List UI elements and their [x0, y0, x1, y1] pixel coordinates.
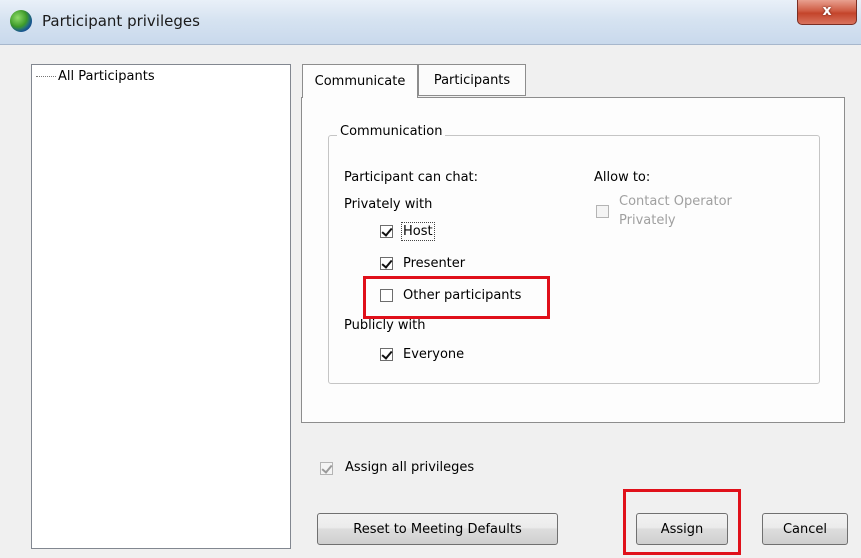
highlight-box-other-participants — [363, 276, 550, 319]
globe-icon — [10, 10, 32, 32]
privately-heading: Privately with — [344, 197, 433, 212]
presenter-label: Presenter — [403, 256, 466, 271]
communication-group-title: Communication — [337, 124, 446, 139]
presenter-checkbox[interactable] — [380, 257, 393, 270]
tab-communicate[interactable]: Communicate — [302, 64, 418, 98]
everyone-label: Everyone — [403, 347, 465, 362]
assign-all-checkbox[interactable] — [320, 462, 333, 475]
participant-tree[interactable]: All Participants — [31, 64, 291, 549]
assign-all-label: Assign all privileges — [345, 460, 475, 475]
chat-heading: Participant can chat: — [344, 170, 479, 185]
reset-defaults-button[interactable]: Reset to Meeting Defaults — [317, 513, 558, 545]
host-label: Host — [401, 222, 435, 241]
publicly-heading: Publicly with — [344, 318, 426, 333]
tree-item-label: All Participants — [58, 69, 155, 84]
contact-operator-label-line2: Privately — [619, 213, 676, 228]
tree-item-all-participants[interactable]: All Participants — [36, 69, 155, 84]
window-title: Participant privileges — [42, 12, 200, 30]
contact-operator-checkbox[interactable] — [596, 205, 609, 218]
tree-connector-icon — [36, 76, 56, 77]
highlight-box-assign — [623, 489, 741, 555]
tab-participants[interactable]: Participants — [418, 64, 526, 96]
cancel-button[interactable]: Cancel — [762, 513, 848, 545]
allow-heading: Allow to: — [594, 170, 651, 185]
title-bar: Participant privileges x — [0, 0, 861, 45]
host-checkbox[interactable] — [380, 225, 393, 238]
contact-operator-label-line1: Contact Operator — [619, 194, 732, 209]
everyone-checkbox[interactable] — [380, 348, 393, 361]
close-button[interactable]: x — [797, 0, 857, 25]
